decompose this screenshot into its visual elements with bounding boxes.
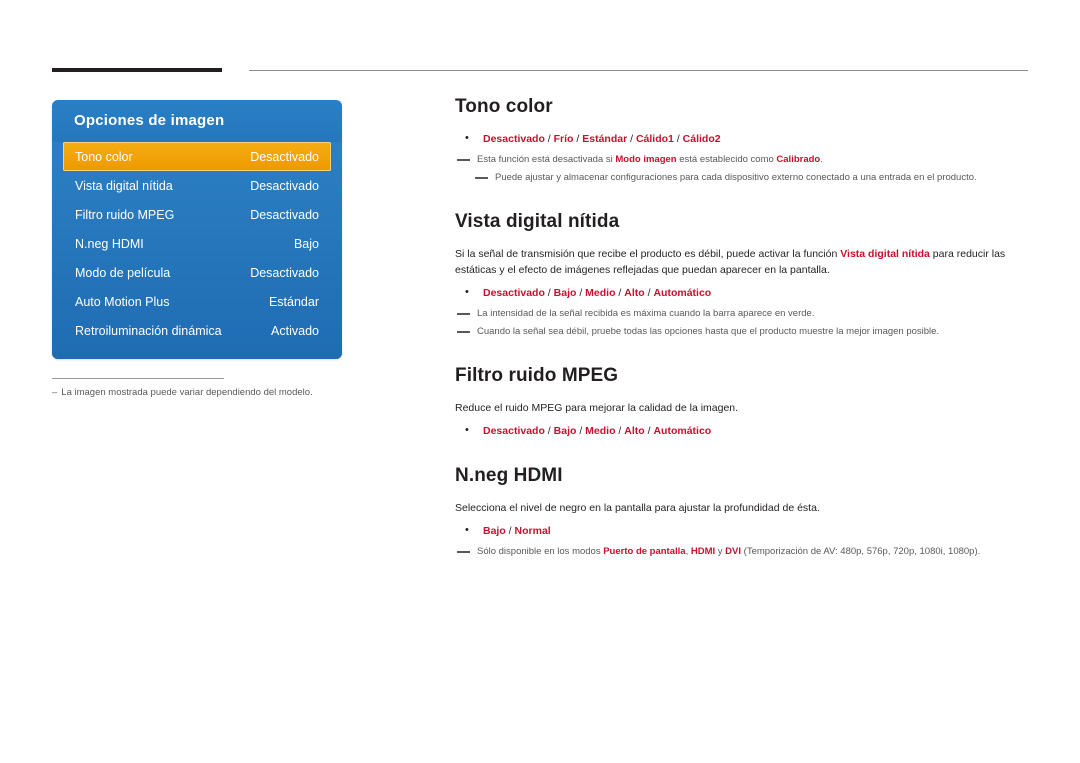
menu-item-label: N.neg HDMI <box>75 236 144 251</box>
menu-item-value: Activado <box>271 323 319 338</box>
options-text: Desactivado / Bajo / Medio / Alto / Auto… <box>483 287 712 299</box>
section-nneg-hdmi: N.neg HDMI Selecciona el nivel de negro … <box>455 465 1030 559</box>
dash-marker: ‒ <box>52 387 58 398</box>
menu-list: Tono color Desactivado Vista digital nít… <box>52 142 342 359</box>
menu-item-value: Desactivado <box>250 265 319 280</box>
paragraph-highlight: Vista digital nítida <box>840 248 930 260</box>
options-text: Bajo / Normal <box>483 525 551 537</box>
note-item: La intensidad de la señal recibida es má… <box>455 306 1030 321</box>
menu-item-value: Desactivado <box>250 149 319 164</box>
section-heading: N.neg HDMI <box>455 465 563 486</box>
note-text: Esta función está desactivada si <box>477 154 616 165</box>
menu-item-auto-motion-plus[interactable]: Auto Motion Plus Estándar <box>63 287 331 316</box>
section-heading: Tono color <box>455 96 553 117</box>
menu-item-label: Retroiluminación dinámica <box>75 323 222 338</box>
note-text: Puede ajustar y almacenar configuracione… <box>495 172 977 183</box>
note-text: y <box>715 546 726 557</box>
section-tono-color: Tono color Desactivado / Frío / Estándar… <box>455 96 1030 185</box>
options-list: Desactivado / Bajo / Medio / Alto / Auto… <box>455 284 1030 301</box>
menu-item-value: Desactivado <box>250 207 319 222</box>
note-highlight: Modo imagen <box>615 154 677 165</box>
section-paragraph: Reduce el ruido MPEG para mejorar la cal… <box>455 402 739 414</box>
menu-item-value: Estándar <box>268 294 319 309</box>
note-highlight: HDMI <box>690 546 716 557</box>
note-text: . <box>820 154 823 165</box>
menu-item-label: Vista digital nítida <box>75 178 173 193</box>
menu-item-label: Auto Motion Plus <box>75 294 170 309</box>
note-item: Esta función está desactivada si Modo im… <box>455 152 1030 167</box>
menu-item-label: Filtro ruido MPEG <box>75 207 175 222</box>
note-highlight: Puerto de pantalla <box>603 546 686 557</box>
section-vista-digital-nitida: Vista digital nítida Si la señal de tran… <box>455 211 1030 339</box>
paragraph-text: Si la señal de transmisión que recibe el… <box>455 248 841 260</box>
left-note-text: La imagen mostrada puede variar dependie… <box>61 387 313 398</box>
section-heading: Vista digital nítida <box>455 211 620 232</box>
options-list: Desactivado / Bajo / Medio / Alto / Auto… <box>455 422 1030 439</box>
menu-item-vista-digital-nitida[interactable]: Vista digital nítida Desactivado <box>63 171 331 200</box>
options-menu-panel: Opciones de imagen Tono color Desactivad… <box>52 100 342 359</box>
menu-item-filtro-ruido-mpeg[interactable]: Filtro ruido MPEG Desactivado <box>63 200 331 229</box>
section-heading: Filtro ruido MPEG <box>455 365 619 386</box>
options-text: Desactivado / Bajo / Medio / Alto / Auto… <box>483 425 712 437</box>
note-item: Sólo disponible en los modos Puerto de p… <box>455 544 1030 559</box>
note-text: Sólo disponible en los modos <box>477 546 604 557</box>
note-text: (Temporización de AV: 480p, 576p, 720p, … <box>741 546 981 557</box>
menu-item-value: Bajo <box>293 236 319 251</box>
note-text: Cuando la señal sea débil, pruebe todas … <box>477 326 940 337</box>
note-item: Puede ajustar y almacenar configuracione… <box>473 170 1030 185</box>
options-text: Desactivado / Frío / Estándar / Cálido1 … <box>483 133 721 145</box>
menu-item-retroiluminacion-dinamica[interactable]: Retroiluminación dinámica Activado <box>63 316 331 345</box>
section-paragraph: Selecciona el nivel de negro en la panta… <box>455 502 820 514</box>
menu-item-tono-color[interactable]: Tono color Desactivado <box>63 142 331 171</box>
header-rule-thick <box>52 68 222 72</box>
menu-title: Opciones de imagen <box>74 112 225 129</box>
left-note: ‒ La imagen mostrada puede variar dependi… <box>52 386 352 400</box>
note-highlight: DVI <box>725 546 742 557</box>
note-highlight: Calibrado <box>776 154 821 165</box>
options-list: Desactivado / Frío / Estándar / Cálido1 … <box>455 130 1030 147</box>
note-text: está establecido como <box>676 154 777 165</box>
menu-item-value: Desactivado <box>250 178 319 193</box>
menu-item-modo-de-pelicula[interactable]: Modo de película Desactivado <box>63 258 331 287</box>
section-paragraph: Si la señal de transmisión que recibe el… <box>455 246 1030 278</box>
menu-item-label: Modo de película <box>75 265 171 280</box>
note-item: Cuando la señal sea débil, pruebe todas … <box>455 324 1030 339</box>
menu-item-label: Tono color <box>75 149 133 164</box>
section-filtro-ruido-mpeg: Filtro ruido MPEG Reduce el ruido MPEG p… <box>455 365 1030 439</box>
header-rule-thin <box>249 70 1028 71</box>
note-text: La intensidad de la señal recibida es má… <box>477 308 815 319</box>
menu-item-nneg-hdmi[interactable]: N.neg HDMI Bajo <box>63 229 331 258</box>
content-column: Tono color Desactivado / Frío / Estándar… <box>455 96 1030 585</box>
left-note-divider <box>52 378 224 379</box>
options-list: Bajo / Normal <box>455 522 1030 539</box>
